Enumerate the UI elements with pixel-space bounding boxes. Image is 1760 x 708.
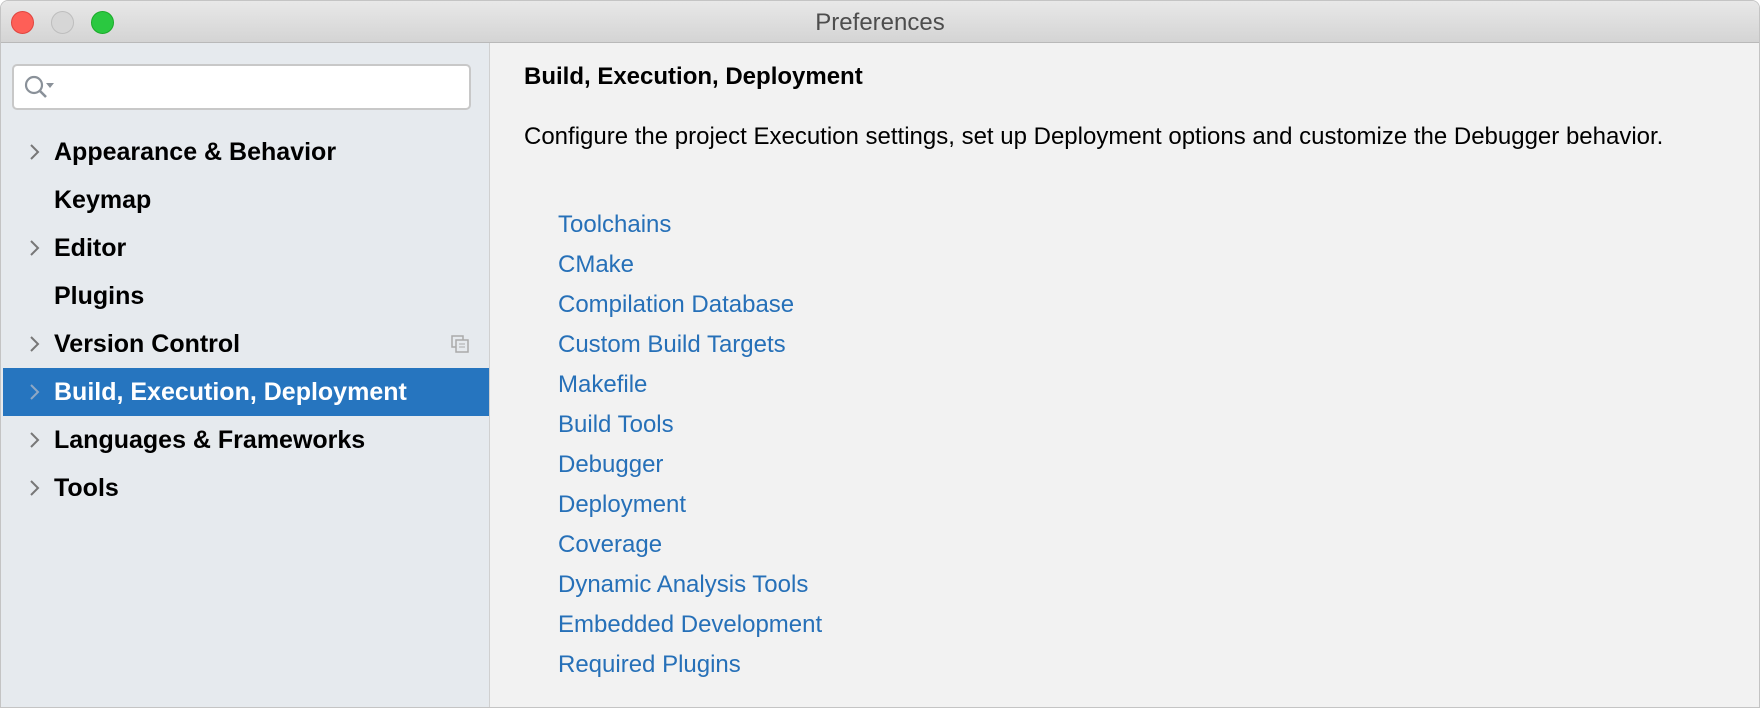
page-description: Configure the project Execution settings… [524, 123, 1664, 150]
page-title: Build, Execution, Deployment [524, 63, 863, 90]
chevron-right-icon[interactable] [25, 238, 45, 258]
link-toolchains[interactable]: Toolchains [558, 205, 822, 245]
sidebar-item-appearance-behavior[interactable]: Appearance & Behavior [3, 128, 489, 176]
sidebar-item-label: Editor [54, 233, 127, 262]
sidebar-item-plugins[interactable]: Plugins [3, 272, 489, 320]
chevron-right-icon[interactable] [25, 334, 45, 354]
link-debugger[interactable]: Debugger [558, 445, 822, 485]
sidebar-item-version-control[interactable]: Version Control [3, 320, 489, 368]
sidebar-item-keymap[interactable]: Keymap [3, 176, 489, 224]
content-panel: Build, Execution, Deployment Configure t… [490, 43, 1759, 707]
subsection-links: Toolchains CMake Compilation Database Custo… [558, 205, 822, 685]
preferences-window: Preferences Appearance & Behavior Keymap E… [0, 0, 1760, 708]
sidebar-item-label: Appearance & Behavior [54, 137, 337, 166]
link-embedded-development[interactable]: Embedded Development [558, 605, 822, 645]
sidebar-item-languages-frameworks[interactable]: Languages & Frameworks [3, 416, 489, 464]
project-settings-icon [451, 335, 469, 353]
link-deployment[interactable]: Deployment [558, 485, 822, 525]
chevron-right-icon[interactable] [25, 382, 45, 402]
sidebar-item-label: Build, Execution, Deployment [54, 377, 407, 406]
window-title: Preferences [815, 9, 945, 36]
sidebar-item-editor[interactable]: Editor [3, 224, 489, 272]
chevron-right-icon[interactable] [25, 430, 45, 450]
chevron-right-icon[interactable] [25, 478, 45, 498]
title-bar: Preferences [1, 1, 1759, 43]
link-build-tools[interactable]: Build Tools [558, 405, 822, 445]
sidebar-item-label: Languages & Frameworks [54, 425, 366, 454]
sidebar: Appearance & Behavior Keymap Editor Plugins… [1, 43, 490, 707]
link-compilation-database[interactable]: Compilation Database [558, 285, 822, 325]
chevron-right-icon[interactable] [25, 142, 45, 162]
link-dynamic-analysis-tools[interactable]: Dynamic Analysis Tools [558, 565, 822, 605]
sidebar-item-label: Plugins [54, 281, 145, 310]
sidebar-item-tools[interactable]: Tools [3, 464, 489, 512]
search-icon[interactable] [24, 75, 58, 101]
link-required-plugins[interactable]: Required Plugins [558, 645, 822, 685]
sidebar-item-label: Tools [54, 473, 119, 502]
sidebar-item-build-execution-deployment[interactable]: Build, Execution, Deployment [3, 368, 489, 416]
link-custom-build-targets[interactable]: Custom Build Targets [558, 325, 822, 365]
sidebar-item-label: Version Control [54, 329, 241, 358]
search-input[interactable] [60, 72, 461, 104]
link-makefile[interactable]: Makefile [558, 365, 822, 405]
link-cmake[interactable]: CMake [558, 245, 822, 285]
sidebar-item-label: Keymap [54, 185, 152, 214]
search-field[interactable] [12, 64, 471, 110]
link-coverage[interactable]: Coverage [558, 525, 822, 565]
